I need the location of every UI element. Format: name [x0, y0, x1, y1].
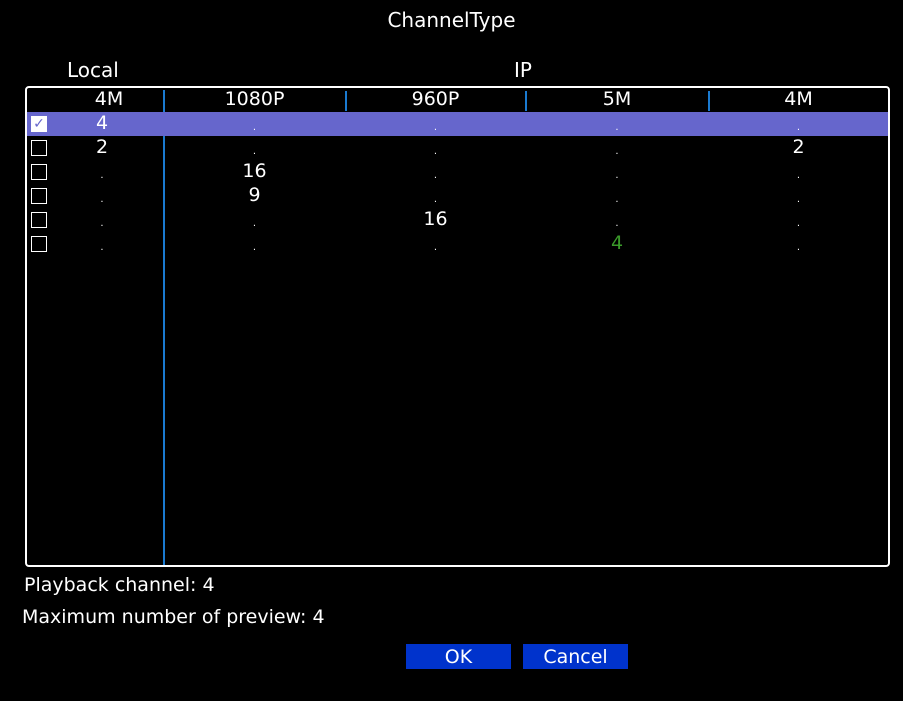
- table-row[interactable]: 2... 2: [27, 136, 888, 160]
- table-row[interactable]: . 16...: [27, 160, 888, 184]
- max-preview-text: Maximum number of preview: 4: [22, 606, 325, 628]
- table-cell: .: [615, 146, 619, 157]
- column-header: 4M: [784, 88, 813, 110]
- table-cell: .: [796, 242, 801, 253]
- ok-button[interactable]: OK: [406, 644, 511, 669]
- dialog-title: ChannelType: [387, 8, 516, 32]
- table-cell: .: [433, 146, 438, 157]
- table-cell: .: [796, 122, 801, 133]
- table-cell: 16: [423, 208, 448, 230]
- playback-channel-text: Playback channel: 4: [24, 574, 215, 596]
- channel-type-table: ✓ 4.... 2... 2. 16.... 9..... 16..... 4. 4M 1080…: [25, 86, 890, 567]
- table-cell: .: [615, 122, 619, 133]
- table-cell: 2: [792, 136, 805, 158]
- column-header: 4M: [94, 88, 124, 110]
- column-header: 1080P: [224, 88, 285, 110]
- table-row[interactable]: ... 4.: [27, 232, 888, 256]
- table-cell: .: [796, 170, 801, 181]
- table-cell: 4: [95, 112, 109, 134]
- table-cell: .: [615, 218, 619, 229]
- group-label-local: Local: [67, 58, 119, 82]
- group-label-ip: IP: [514, 58, 532, 82]
- column-header: 960P: [411, 88, 460, 110]
- table-cell: .: [796, 194, 801, 205]
- table-cell: .: [252, 242, 257, 253]
- table-cell: .: [252, 122, 257, 133]
- table-cell: .: [615, 170, 619, 181]
- table-cell: .: [796, 218, 801, 229]
- table-cell: 4: [610, 232, 624, 254]
- table-cell: .: [100, 242, 104, 253]
- table-cell: .: [100, 170, 104, 181]
- table-row[interactable]: .. 16..: [27, 208, 888, 232]
- cancel-button[interactable]: Cancel: [523, 644, 628, 669]
- table-row[interactable]: ✓ 4....: [27, 112, 888, 136]
- table-cell: 2: [95, 136, 109, 158]
- table-cell: 9: [248, 184, 261, 206]
- table-cell: .: [433, 194, 438, 205]
- table-cell: .: [100, 194, 104, 205]
- table-cell: .: [252, 218, 257, 229]
- table-cell: .: [100, 218, 104, 229]
- table-cell: 16: [242, 160, 267, 182]
- table-cell: .: [615, 194, 619, 205]
- table-cell: .: [252, 146, 257, 157]
- table-cell: .: [433, 242, 438, 253]
- table-cell: .: [433, 122, 438, 133]
- table-row[interactable]: . 9...: [27, 184, 888, 208]
- column-header: 5M: [602, 88, 632, 110]
- table-cell: .: [433, 170, 438, 181]
